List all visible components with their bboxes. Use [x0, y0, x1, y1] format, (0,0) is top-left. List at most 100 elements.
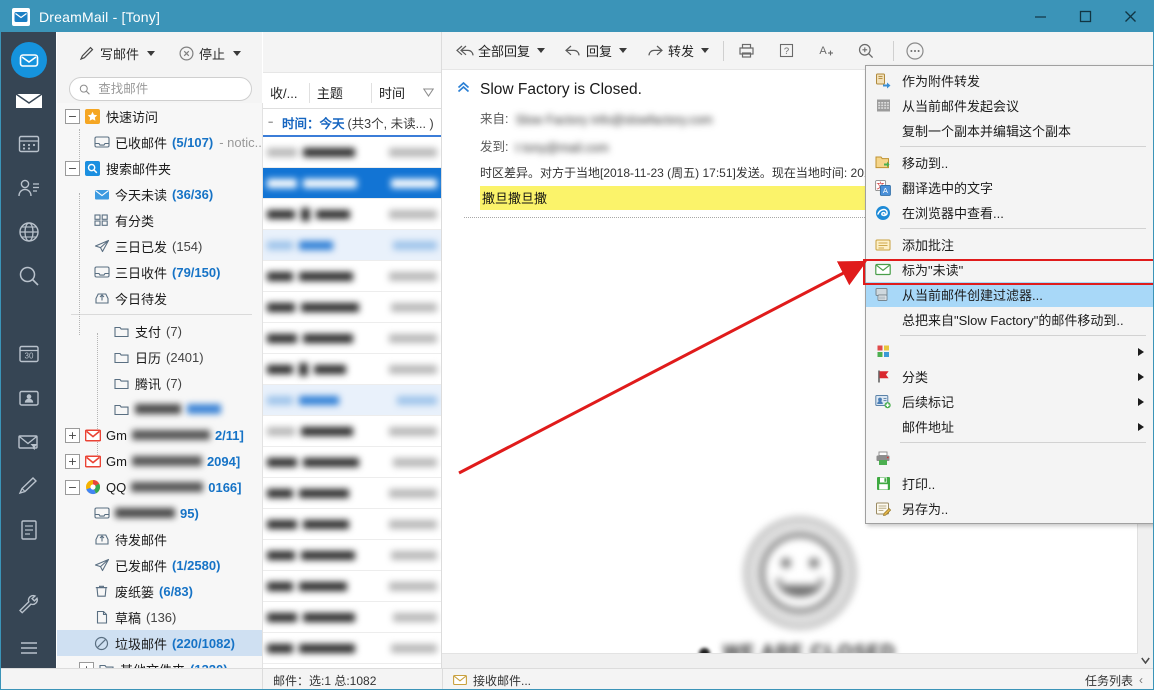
table-row[interactable]: [263, 199, 441, 230]
chevron-double-up-icon[interactable]: [456, 80, 471, 99]
menu-item-start-meeting[interactable]: 从当前邮件发起会议: [866, 93, 1153, 118]
table-row[interactable]: [263, 447, 441, 478]
tree-item-qq-inbox[interactable]: 95): [57, 500, 262, 526]
rail-item-search[interactable]: [1, 254, 56, 298]
tree-item-account-gmail-1[interactable]: + Gm 2/11]: [57, 422, 262, 448]
font-size-icon[interactable]: A: [813, 38, 839, 64]
menu-item-move-to[interactable]: 移动到..: [866, 150, 1153, 175]
menu-item-mark-unread[interactable]: 标为"未读": [866, 257, 1153, 282]
menu-item-category[interactable]: [866, 339, 1153, 364]
table-row[interactable]: [263, 261, 441, 292]
table-row[interactable]: [263, 137, 441, 168]
tree-item-sent-3days[interactable]: 三日已发 (154): [57, 233, 262, 259]
table-row[interactable]: [263, 168, 441, 199]
menu-item-translate-selection[interactable]: 文A 翻译选中的文字: [866, 175, 1153, 200]
tree-item-trash[interactable]: 废纸篓 (6/83): [57, 578, 262, 604]
table-row[interactable]: [263, 416, 441, 447]
rail-item-mail-active[interactable]: [10, 42, 47, 78]
tree-item-folder-payment[interactable]: 支付 (7): [57, 318, 262, 344]
table-row[interactable]: [263, 602, 441, 633]
tree-item-folder-blurred[interactable]: [57, 396, 262, 422]
search-box[interactable]: [69, 77, 252, 101]
table-row[interactable]: [263, 292, 441, 323]
gmail-2-expander[interactable]: +: [65, 453, 80, 469]
gmail-1-expander[interactable]: +: [65, 427, 80, 443]
ellipsis-circle-icon[interactable]: [902, 38, 928, 64]
tree-item-junk[interactable]: 垃圾邮件 (220/1082): [57, 630, 262, 656]
minimize-button[interactable]: [1018, 1, 1063, 32]
table-row[interactable]: [263, 540, 441, 571]
quick-access-expander[interactable]: −: [65, 108, 80, 124]
table-row[interactable]: [263, 323, 441, 354]
table-row[interactable]: [263, 230, 441, 261]
table-row[interactable]: [263, 478, 441, 509]
magnifier-plus-icon[interactable]: [853, 38, 879, 64]
reply-caret[interactable]: [619, 48, 628, 53]
tree-item-account-qq[interactable]: − QQ 0166]: [57, 474, 262, 500]
rail-item-compose[interactable]: [1, 464, 56, 508]
scroll-down-arrow[interactable]: [1138, 653, 1153, 668]
menu-item-advanced[interactable]: 邮件地址: [866, 414, 1153, 439]
tree-item-quick-access[interactable]: − 快速访问: [57, 103, 262, 129]
close-button[interactable]: [1108, 1, 1153, 32]
forward-caret[interactable]: [701, 48, 710, 53]
menu-item-follow-up-flag[interactable]: 分类: [866, 364, 1153, 389]
chevron-left-icon[interactable]: ‹: [1139, 673, 1143, 687]
status-task-list[interactable]: 任务列表 ‹: [1085, 672, 1153, 689]
tree-item-search-folder[interactable]: − 搜索邮件夹: [57, 155, 262, 181]
stop-dropdown-caret[interactable]: [233, 50, 242, 56]
stop-button[interactable]: 停止: [170, 39, 228, 67]
maximize-button[interactable]: [1063, 1, 1108, 32]
tree-item-received-3days[interactable]: 三日收件 (79/150): [57, 259, 262, 285]
column-header-subject[interactable]: 主题: [310, 82, 373, 103]
reply-button[interactable]: 回复: [558, 37, 614, 65]
compose-button[interactable]: 写邮件: [71, 39, 142, 67]
tree-item-sent-mail[interactable]: 已发邮件 (1/2580): [57, 552, 262, 578]
menu-item-print[interactable]: [866, 446, 1153, 471]
tree-item-today-outbox[interactable]: 今日待发: [57, 285, 262, 311]
reply-all-button[interactable]: 全部回复: [450, 37, 532, 65]
rail-item-address-card[interactable]: [1, 376, 56, 420]
sort-descending-icon[interactable]: [421, 83, 441, 103]
rail-item-web[interactable]: [1, 210, 56, 254]
printer-icon[interactable]: [733, 38, 759, 64]
tree-item-drafts[interactable]: 草稿 (136): [57, 604, 262, 630]
rail-item-tools[interactable]: [1, 582, 56, 626]
compose-dropdown-caret[interactable]: [147, 50, 156, 56]
rail-item-calendar[interactable]: [1, 122, 56, 166]
menu-item-create-filter-from-mail[interactable]: 从当前邮件创建过滤器...: [866, 282, 1153, 307]
forward-button[interactable]: 转发: [640, 37, 696, 65]
column-header-from[interactable]: 收/...: [263, 82, 310, 103]
rail-item-menu[interactable]: [1, 626, 56, 670]
reply-all-caret[interactable]: [537, 48, 546, 53]
table-row[interactable]: [263, 385, 441, 416]
search-input[interactable]: [96, 81, 242, 97]
table-row[interactable]: [263, 509, 441, 540]
rail-item-calendar-30[interactable]: 30: [1, 332, 56, 376]
tree-item-other-folders[interactable]: + 其他文件夹 (1320): [57, 656, 262, 668]
menu-item-always-move-from-sender[interactable]: 总把来自"Slow Factory"的邮件移动到..: [866, 307, 1153, 332]
rail-item-filter-mail[interactable]: [1, 420, 56, 464]
tree-item-folder-calendar[interactable]: 日历 (2401): [57, 344, 262, 370]
table-row[interactable]: [263, 354, 441, 385]
menu-item-duplicate-and-edit[interactable]: 复制一个副本并编辑这个副本: [866, 118, 1153, 143]
rail-item-inbox[interactable]: [1, 78, 56, 122]
message-group-header[interactable]: − 时间：今天 (共3个, 未读... ): [263, 109, 441, 137]
reading-pane-hscrollbar[interactable]: [442, 653, 1138, 668]
tree-item-inbox-quick[interactable]: 已收邮件 (5/107) - notic...: [57, 129, 262, 155]
question-box-icon[interactable]: ?: [773, 38, 799, 64]
tree-item-categorized[interactable]: 有分类: [57, 207, 262, 233]
tree-item-pending-mail[interactable]: 待发邮件: [57, 526, 262, 552]
rail-item-contacts[interactable]: [1, 166, 56, 210]
qq-expander[interactable]: −: [65, 479, 80, 495]
menu-item-properties[interactable]: 另存为..: [866, 496, 1153, 521]
menu-item-forward-as-attachment[interactable]: 作为附件转发: [866, 68, 1153, 93]
menu-item-view-in-browser[interactable]: 在浏览器中查看...: [866, 200, 1153, 225]
group-expander[interactable]: −: [268, 117, 279, 128]
tree-item-folder-tencent[interactable]: 腾讯 (7): [57, 370, 262, 396]
table-row[interactable]: [263, 571, 441, 602]
menu-item-add-note[interactable]: 添加批注: [866, 232, 1153, 257]
column-header-time[interactable]: 时间: [372, 83, 421, 103]
table-row[interactable]: [263, 633, 441, 664]
search-folder-expander[interactable]: −: [65, 160, 80, 176]
